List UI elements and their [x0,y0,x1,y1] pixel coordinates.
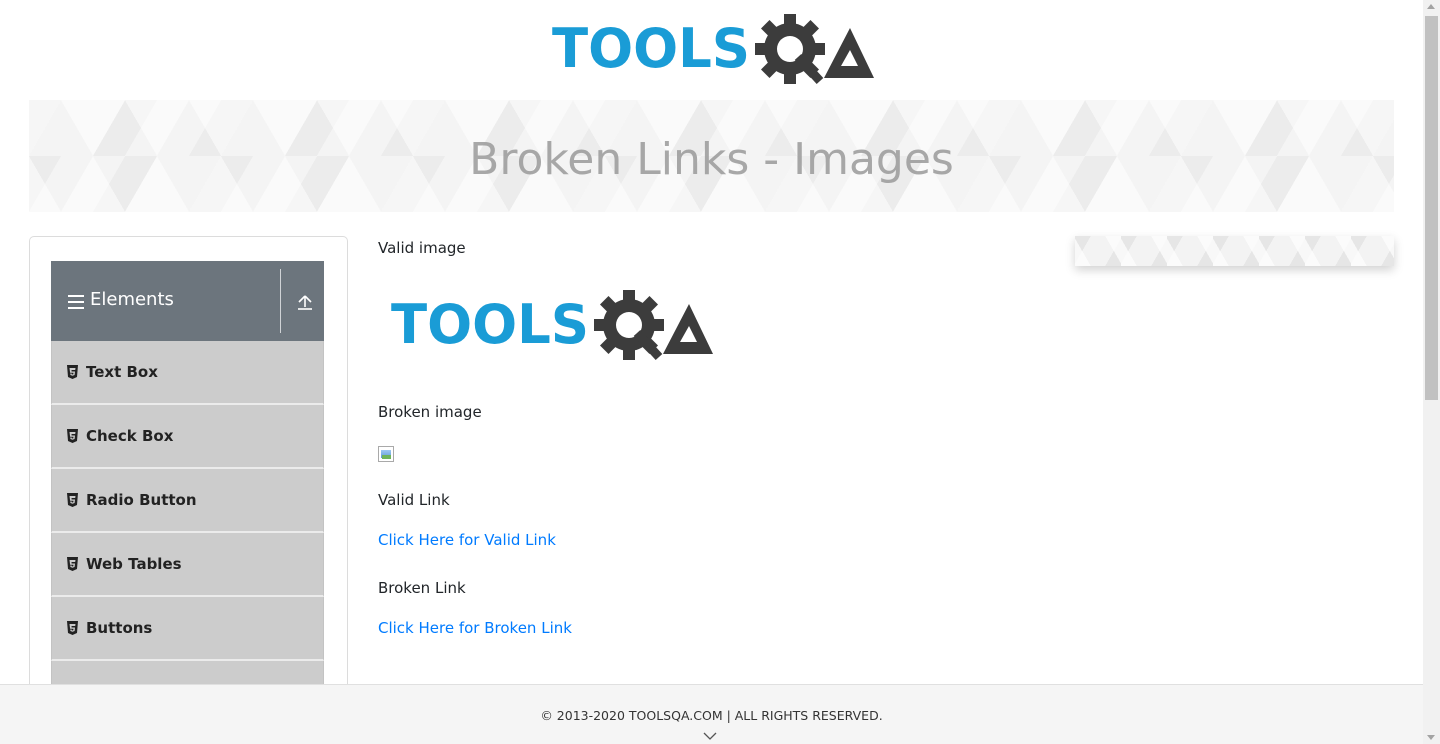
valid-image: TOOLS [391,290,713,361]
html5-icon [67,557,78,571]
html5-icon [67,621,78,635]
sidebar-item-web-tables[interactable]: Web Tables [51,533,324,597]
copyright-text: © 2013-2020 TOOLSQA.COM | ALL RIGHTS RES… [540,708,883,723]
valid-image-label: Valid image [378,239,466,257]
html5-icon [67,365,78,379]
chevron-down-icon[interactable] [703,732,717,740]
html5-icon [67,429,78,443]
scrollbar-thumb[interactable] [1425,16,1438,400]
sidebar-item-label: Buttons [86,619,153,637]
sidebar-item-check-box[interactable]: Check Box [51,405,324,469]
scroll-up-arrow-icon[interactable] [1427,4,1435,9]
sidebar-item-label: Radio Button [86,491,197,509]
logo-text-tools: TOOLS [391,293,589,356]
broken-link-label: Broken Link [378,579,466,597]
sidebar-menu: Text Box Check Box Radio Button Web Tabl… [51,341,324,725]
page-title: Broken Links - Images [469,133,954,185]
sidebar-item-buttons[interactable]: Buttons [51,597,324,661]
scroll-down-arrow-icon[interactable] [1427,735,1435,740]
sidebar-item-label: Text Box [86,363,158,381]
menu-icon [68,295,84,309]
valid-link[interactable]: Click Here for Valid Link [378,531,556,549]
sidebar-item-radio-button[interactable]: Radio Button [51,469,324,533]
html5-icon [67,493,78,507]
logo-letter-a [824,28,874,78]
broken-image-icon [378,446,394,462]
gear-icon [755,14,825,85]
valid-link-label: Valid Link [378,491,450,509]
logo-text-tools: TOOLS [552,17,750,80]
logo-letter-a [663,304,713,354]
scrollbar[interactable] [1423,0,1440,744]
broken-link[interactable]: Click Here for Broken Link [378,619,572,637]
toolsqa-logo[interactable]: TOOLS [552,14,876,92]
page-banner: Broken Links - Images [29,100,1394,212]
sidebar-item-label: Web Tables [86,555,182,573]
ad-banner[interactable] [1075,236,1394,266]
upload-icon[interactable] [296,293,314,311]
footer: © 2013-2020 TOOLSQA.COM | ALL RIGHTS RES… [0,684,1423,744]
header-divider [280,269,281,333]
group-title: Elements [90,289,174,310]
gear-icon [594,290,664,361]
sidebar-item-label: Check Box [86,427,174,445]
sidebar-item-text-box[interactable]: Text Box [51,341,324,405]
broken-image-label: Broken image [378,403,482,421]
elements-group-header[interactable]: Elements [51,261,324,341]
